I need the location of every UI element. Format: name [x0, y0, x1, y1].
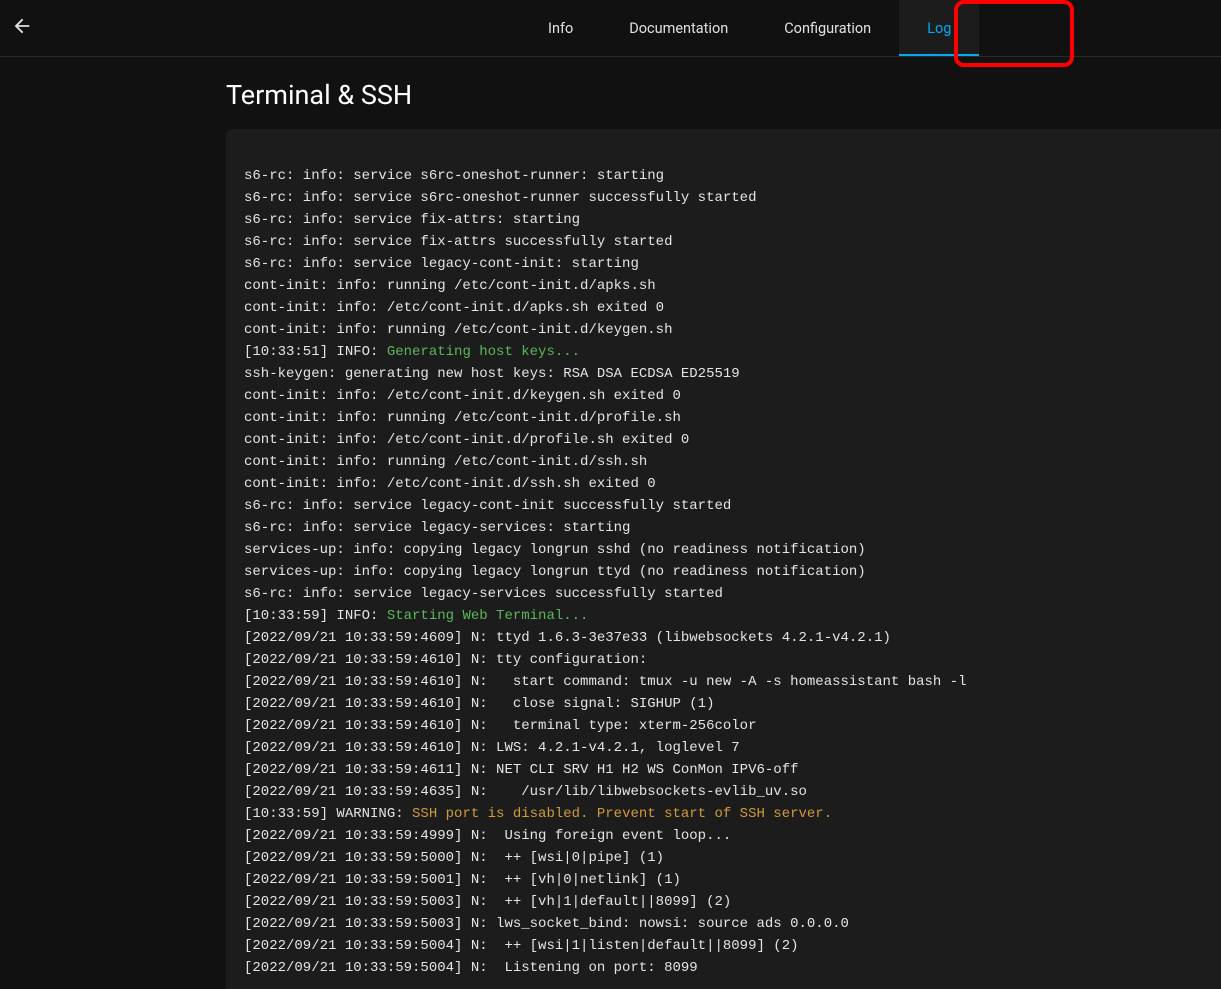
back-button[interactable] — [10, 16, 34, 40]
log-line: services-up: info: copying legacy longru… — [244, 561, 1203, 583]
log-line: cont-init: info: running /etc/cont-init.… — [244, 407, 1203, 429]
log-line: [2022/09/21 10:33:59:4610] N: start comm… — [244, 671, 1203, 693]
log-line: cont-init: info: running /etc/cont-init.… — [244, 275, 1203, 297]
log-segment: cont-init: info: running /etc/cont-init.… — [244, 278, 656, 294]
tab-log[interactable]: Log — [899, 0, 979, 56]
log-line: [2022/09/21 10:33:59:5004] N: ++ [wsi|1|… — [244, 935, 1203, 957]
log-line: s6-rc: info: service s6rc-oneshot-runner… — [244, 165, 1203, 187]
main-content: Terminal & SSH s6-rc: info: service s6rc… — [0, 57, 1221, 989]
log-segment: s6-rc: info: service legacy-services: st… — [244, 520, 630, 536]
log-output[interactable]: s6-rc: info: service s6rc-oneshot-runner… — [226, 129, 1221, 989]
log-segment: [2022/09/21 10:33:59:5003] N: lws_socket… — [244, 916, 849, 932]
log-segment: cont-init: info: /etc/cont-init.d/profil… — [244, 432, 689, 448]
log-line: ssh-keygen: generating new host keys: RS… — [244, 363, 1203, 385]
log-line: [2022/09/21 10:33:59:4999] N: Using fore… — [244, 825, 1203, 847]
log-segment: [2022/09/21 10:33:59:5001] N: ++ [vh|0|n… — [244, 872, 681, 888]
log-line: [2022/09/21 10:33:59:4610] N: tty config… — [244, 649, 1203, 671]
log-segment: s6-rc: info: service fix-attrs successfu… — [244, 234, 672, 250]
log-segment: SSH port is disabled. Prevent start of S… — [412, 806, 832, 822]
page-title: Terminal & SSH — [226, 79, 1221, 111]
log-line: cont-init: info: /etc/cont-init.d/apks.s… — [244, 297, 1203, 319]
log-line: [2022/09/21 10:33:59:5003] N: ++ [vh|1|d… — [244, 891, 1203, 913]
log-segment: [2022/09/21 10:33:59:4635] N: /usr/lib/l… — [244, 784, 807, 800]
log-line: cont-init: info: /etc/cont-init.d/ssh.sh… — [244, 473, 1203, 495]
tab-label: Documentation — [629, 20, 728, 37]
log-line: s6-rc: info: service fix-attrs successfu… — [244, 231, 1203, 253]
log-line: [2022/09/21 10:33:59:4635] N: /usr/lib/l… — [244, 781, 1203, 803]
log-segment: s6-rc: info: service legacy-cont-init su… — [244, 498, 731, 514]
log-segment: s6-rc: info: service s6rc-oneshot-runner… — [244, 190, 756, 206]
log-line: [2022/09/21 10:33:59:5001] N: ++ [vh|0|n… — [244, 869, 1203, 891]
log-line: s6-rc: info: service s6rc-oneshot-runner… — [244, 187, 1203, 209]
log-line: s6-rc: info: service legacy-cont-init: s… — [244, 253, 1203, 275]
log-segment: cont-init: info: running /etc/cont-init.… — [244, 454, 647, 470]
log-line: services-up: info: copying legacy longru… — [244, 539, 1203, 561]
log-line: [10:33:59] INFO: Starting Web Terminal..… — [244, 605, 1203, 627]
log-segment: [10:33:51] INFO: — [244, 344, 387, 360]
log-segment: [10:33:59] WARNING: — [244, 806, 412, 822]
log-line: [10:33:51] INFO: Generating host keys... — [244, 341, 1203, 363]
log-line: [2022/09/21 10:33:59:5000] N: ++ [wsi|0|… — [244, 847, 1203, 869]
log-line: [2022/09/21 10:33:59:4610] N: LWS: 4.2.1… — [244, 737, 1203, 759]
log-line: [2022/09/21 10:33:59:4610] N: close sign… — [244, 693, 1203, 715]
log-line: cont-init: info: running /etc/cont-init.… — [244, 319, 1203, 341]
log-segment: [2022/09/21 10:33:59:4610] N: LWS: 4.2.1… — [244, 740, 740, 756]
log-segment: cont-init: info: /etc/cont-init.d/apks.s… — [244, 300, 664, 316]
log-line: [2022/09/21 10:33:59:5003] N: lws_socket… — [244, 913, 1203, 935]
log-segment: [2022/09/21 10:33:59:4609] N: ttyd 1.6.3… — [244, 630, 891, 646]
log-segment: Starting Web Terminal... — [387, 608, 589, 624]
log-segment: [2022/09/21 10:33:59:5004] N: Listening … — [244, 960, 698, 976]
arrow-left-icon — [11, 15, 33, 41]
log-line: cont-init: info: /etc/cont-init.d/keygen… — [244, 385, 1203, 407]
log-segment: services-up: info: copying legacy longru… — [244, 542, 866, 558]
log-line: [2022/09/21 10:33:59:4610] N: terminal t… — [244, 715, 1203, 737]
tab-documentation[interactable]: Documentation — [601, 0, 756, 56]
tab-label: Log — [927, 20, 951, 37]
log-segment: [2022/09/21 10:33:59:4610] N: start comm… — [244, 674, 967, 690]
log-segment: [2022/09/21 10:33:59:4610] N: close sign… — [244, 696, 714, 712]
tab-configuration[interactable]: Configuration — [756, 0, 899, 56]
log-segment: [2022/09/21 10:33:59:5004] N: ++ [wsi|1|… — [244, 938, 799, 954]
log-segment: [2022/09/21 10:33:59:4611] N: NET CLI SR… — [244, 762, 799, 778]
log-line: s6-rc: info: service legacy-services suc… — [244, 583, 1203, 605]
log-segment: cont-init: info: /etc/cont-init.d/keygen… — [244, 388, 681, 404]
log-segment: [2022/09/21 10:33:59:5003] N: ++ [vh|1|d… — [244, 894, 731, 910]
log-segment: Generating host keys... — [387, 344, 580, 360]
tab-label: Configuration — [784, 20, 871, 37]
log-segment: cont-init: info: running /etc/cont-init.… — [244, 322, 672, 338]
log-segment: cont-init: info: running /etc/cont-init.… — [244, 410, 681, 426]
header-bar: Info Documentation Configuration Log — [0, 0, 1221, 57]
log-segment: [2022/09/21 10:33:59:4610] N: terminal t… — [244, 718, 756, 734]
log-segment: cont-init: info: /etc/cont-init.d/ssh.sh… — [244, 476, 656, 492]
log-line: s6-rc: info: service legacy-cont-init su… — [244, 495, 1203, 517]
log-segment: s6-rc: info: service s6rc-oneshot-runner… — [244, 168, 664, 184]
tab-label: Info — [548, 20, 573, 37]
log-segment: s6-rc: info: service legacy-services suc… — [244, 586, 723, 602]
log-segment: [10:33:59] INFO: — [244, 608, 387, 624]
tab-bar: Info Documentation Configuration Log — [520, 0, 979, 56]
log-line: [2022/09/21 10:33:59:5004] N: Listening … — [244, 957, 1203, 979]
log-segment: s6-rc: info: service fix-attrs: starting — [244, 212, 580, 228]
log-line: s6-rc: info: service fix-attrs: starting — [244, 209, 1203, 231]
tab-info[interactable]: Info — [520, 0, 601, 56]
log-line: s6-rc: info: service legacy-services: st… — [244, 517, 1203, 539]
log-line: cont-init: info: /etc/cont-init.d/profil… — [244, 429, 1203, 451]
log-line: [10:33:59] WARNING: SSH port is disabled… — [244, 803, 1203, 825]
log-line: [2022/09/21 10:33:59:4611] N: NET CLI SR… — [244, 759, 1203, 781]
log-segment: [2022/09/21 10:33:59:4999] N: Using fore… — [244, 828, 731, 844]
log-segment: [2022/09/21 10:33:59:4610] N: tty config… — [244, 652, 647, 668]
log-line: cont-init: info: running /etc/cont-init.… — [244, 451, 1203, 473]
log-segment: [2022/09/21 10:33:59:5000] N: ++ [wsi|0|… — [244, 850, 664, 866]
log-line: [2022/09/21 10:33:59:4609] N: ttyd 1.6.3… — [244, 627, 1203, 649]
log-segment: services-up: info: copying legacy longru… — [244, 564, 866, 580]
log-segment: s6-rc: info: service legacy-cont-init: s… — [244, 256, 639, 272]
log-segment: ssh-keygen: generating new host keys: RS… — [244, 366, 740, 382]
